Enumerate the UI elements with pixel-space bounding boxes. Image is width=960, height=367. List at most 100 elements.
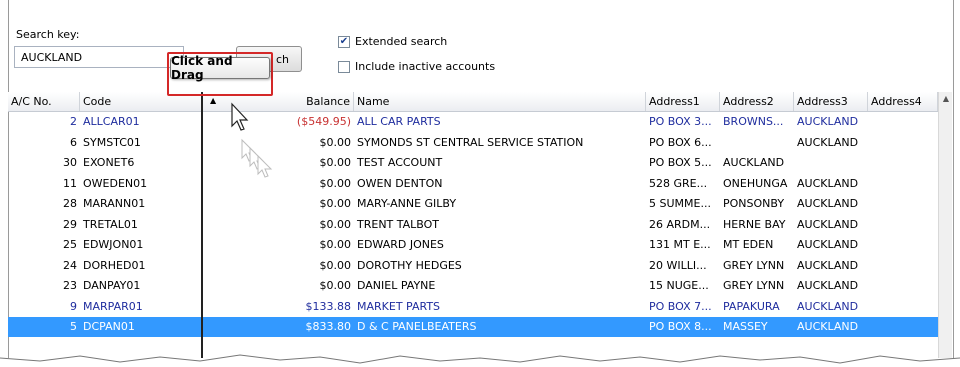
table-row[interactable]: 11 OWEDEN01 $0.00 OWEN DENTON 528 GRE... ONEH… bbox=[8, 174, 938, 194]
cell-address4 bbox=[868, 153, 938, 173]
cell-code: MARANN01 bbox=[83, 197, 146, 210]
cell-balance: $133.88 bbox=[305, 299, 352, 313]
cell-ac-no: 2 bbox=[70, 115, 77, 128]
sort-asc-icon: ▲ bbox=[210, 96, 217, 105]
cell-balance: $0.00 bbox=[319, 197, 352, 210]
cell-address4 bbox=[868, 133, 938, 153]
cell-address3: AUCKLAND bbox=[797, 238, 859, 251]
col-header-address1[interactable]: Address1 bbox=[646, 92, 720, 111]
cell-code: DANPAY01 bbox=[83, 279, 141, 292]
cell-name: DANIEL PAYNE bbox=[357, 279, 436, 292]
table-row[interactable]: 9 MARPAR01 $133.88 MARKET PARTS PO BOX 7... P… bbox=[8, 297, 938, 317]
extended-search-label: Extended search bbox=[355, 35, 448, 48]
accounts-grid: A/C No. Code Balance Name Address1 Addre… bbox=[8, 92, 952, 358]
cell-ac-no: 24 bbox=[63, 258, 77, 272]
cell-name: OWEN DENTON bbox=[357, 176, 443, 190]
cell-address3: AUCKLAND bbox=[797, 217, 859, 231]
cell-name: ALL CAR PARTS bbox=[357, 115, 441, 128]
cell-address2: HERNE BAY bbox=[723, 217, 786, 231]
checkmark-icon: ✔ bbox=[338, 35, 350, 48]
cell-code: EXONET6 bbox=[83, 156, 135, 169]
torn-edge bbox=[0, 354, 960, 367]
cell-balance: $0.00 bbox=[319, 279, 352, 292]
cell-address4 bbox=[868, 256, 938, 276]
cell-name: MARY-ANNE GILBY bbox=[357, 197, 457, 210]
cell-address1: PO BOX 7... bbox=[649, 299, 712, 313]
cell-address2: AUCKLAND bbox=[723, 156, 785, 169]
cell-address3 bbox=[794, 153, 868, 173]
cell-address4 bbox=[868, 174, 938, 194]
cell-address3: AUCKLAND bbox=[797, 197, 859, 210]
cell-address4 bbox=[868, 297, 938, 317]
table-row[interactable]: 25 EDWJON01 $0.00 EDWARD JONES 131 MT E... MT… bbox=[8, 235, 938, 255]
extended-search-checkbox[interactable]: ✔ Extended search bbox=[338, 35, 447, 48]
cell-address1: PO BOX 6... bbox=[649, 135, 712, 149]
search-key-label: Search key: bbox=[16, 28, 80, 41]
table-row[interactable]: 6 SYMSTC01 $0.00 SYMONDS ST CENTRAL SERVICE… bbox=[8, 133, 938, 153]
column-drag-indicator bbox=[201, 92, 203, 358]
cell-address1: PO BOX 8... bbox=[649, 320, 712, 333]
include-inactive-checkbox[interactable]: Include inactive accounts bbox=[338, 60, 495, 73]
table-row[interactable]: 28 MARANN01 $0.00 MARY-ANNE GILBY 5 SUMME...… bbox=[8, 194, 938, 214]
cell-address2: GREY LYNN bbox=[723, 279, 785, 292]
cell-balance: $0.00 bbox=[319, 217, 352, 231]
cell-address2: GREY LYNN bbox=[723, 258, 785, 272]
cell-address4 bbox=[868, 235, 938, 255]
cell-address2: PAPAKURA bbox=[723, 299, 780, 313]
cell-ac-no: 28 bbox=[63, 197, 77, 210]
cell-address1: PO BOX 5... bbox=[649, 156, 712, 169]
col-header-name[interactable]: Name bbox=[354, 92, 646, 111]
cell-address3: AUCKLAND bbox=[797, 176, 859, 190]
cell-ac-no: 30 bbox=[63, 156, 77, 169]
cell-name: DOROTHY HEDGES bbox=[357, 258, 462, 272]
table-row[interactable]: 29 TRETAL01 $0.00 TRENT TALBOT 26 ARDM... HER… bbox=[8, 215, 938, 235]
vertical-scrollbar[interactable]: ▲ bbox=[938, 92, 952, 358]
cell-address2: MT EDEN bbox=[723, 238, 774, 251]
unchecked-box-icon bbox=[338, 60, 350, 73]
cell-code: DCPAN01 bbox=[83, 320, 135, 333]
cell-code: EDWJON01 bbox=[83, 238, 144, 251]
table-row[interactable]: 5 DCPAN01 $833.80 D & C PANELBEATERS PO BOX … bbox=[8, 317, 938, 337]
table-row[interactable]: 23 DANPAY01 $0.00 DANIEL PAYNE 15 NUGE... GRE… bbox=[8, 276, 938, 296]
cell-address1: 5 SUMME... bbox=[649, 197, 711, 210]
col-header-address2[interactable]: Address2 bbox=[720, 92, 794, 111]
col-header-address3[interactable]: Address3 bbox=[794, 92, 868, 111]
table-row[interactable]: 30 EXONET6 $0.00 TEST ACCOUNT PO BOX 5... AUC… bbox=[8, 153, 938, 173]
cell-address2: PONSONBY bbox=[723, 197, 785, 210]
grid-header: A/C No. Code Balance Name Address1 Addre… bbox=[8, 92, 952, 112]
cell-address4 bbox=[868, 317, 938, 337]
cell-code: SYMSTC01 bbox=[83, 135, 141, 149]
cell-address4 bbox=[868, 276, 938, 296]
col-header-ac-no[interactable]: A/C No. bbox=[8, 92, 80, 111]
search-key-input[interactable] bbox=[14, 46, 184, 68]
scroll-up-icon[interactable]: ▲ bbox=[939, 94, 952, 108]
cell-address3: AUCKLAND bbox=[797, 279, 859, 292]
cell-address1: 20 WILLI... bbox=[649, 258, 707, 272]
cell-address4 bbox=[868, 112, 938, 132]
include-inactive-label: Include inactive accounts bbox=[355, 60, 496, 73]
cell-name: D & C PANELBEATERS bbox=[357, 320, 477, 333]
cell-ac-no: 5 bbox=[70, 320, 77, 333]
cell-address2: ONEHUNGA bbox=[723, 176, 788, 190]
col-header-address4[interactable]: Address4 bbox=[868, 92, 938, 111]
cell-code: TRETAL01 bbox=[83, 217, 138, 231]
cell-name: SYMONDS ST CENTRAL SERVICE STATION bbox=[357, 135, 584, 149]
cell-address3: AUCKLAND bbox=[797, 258, 859, 272]
table-row[interactable]: 2 ALLCAR01 ($549.95) ALL CAR PARTS PO BOX 3.… bbox=[8, 112, 938, 132]
cell-address2 bbox=[720, 133, 794, 153]
cell-code: DORHED01 bbox=[83, 258, 146, 272]
table-row[interactable]: 24 DORHED01 $0.00 DOROTHY HEDGES 20 WILLI...… bbox=[8, 256, 938, 276]
cell-balance: $833.80 bbox=[305, 320, 352, 333]
cell-ac-no: 23 bbox=[63, 279, 77, 292]
click-and-drag-tooltip: Click and Drag bbox=[170, 54, 270, 82]
window-top-edge bbox=[9, 0, 953, 14]
cell-address3: AUCKLAND bbox=[797, 135, 859, 149]
cell-code: ALLCAR01 bbox=[83, 115, 140, 128]
cell-address3: AUCKLAND bbox=[797, 320, 859, 333]
cell-ac-no: 25 bbox=[63, 238, 77, 251]
cell-name: EDWARD JONES bbox=[357, 238, 444, 251]
cell-balance: $0.00 bbox=[319, 258, 352, 272]
cell-address1: 131 MT E... bbox=[649, 238, 711, 251]
cell-ac-no: 29 bbox=[63, 217, 77, 231]
cell-ac-no: 6 bbox=[70, 135, 77, 149]
